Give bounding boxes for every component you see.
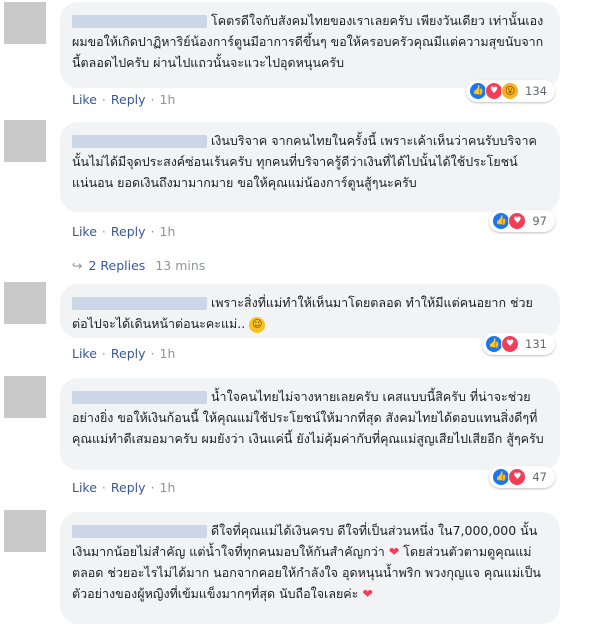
replies-label[interactable]: 2 Replies xyxy=(88,258,145,273)
avatar[interactable] xyxy=(4,282,46,324)
comment-time[interactable]: 1h xyxy=(160,346,176,361)
reply-button[interactable]: Reply xyxy=(111,346,146,361)
comment-bubble: โคตรดีใจกับสังคมไทยของเราเลยครับ เพียงวั… xyxy=(60,2,560,88)
love-reaction-icon: ♥ xyxy=(508,212,527,230)
separator: · xyxy=(101,224,106,239)
comment-bubble: น้ำใจคนไทยไม่จางหายเลยครับ เคสแบบนี้สิคร… xyxy=(60,378,560,470)
reaction-summary[interactable]: 👍 ♥ 😮 134 xyxy=(466,80,555,102)
reaction-summary[interactable]: 👍 ♥ 97 xyxy=(489,210,555,232)
comment-actions: Like · Reply · 1h xyxy=(72,224,175,239)
avatar[interactable] xyxy=(4,376,46,418)
comment-bubble: ดีใจที่คุณแม่ได้เงินครบ ดีใจที่เป็นส่วนห… xyxy=(60,512,560,624)
wow-reaction-icon: 😮 xyxy=(501,82,520,100)
commenter-name[interactable] xyxy=(72,391,207,404)
reaction-count: 97 xyxy=(532,214,547,228)
commenter-name[interactable] xyxy=(72,297,207,310)
comment-actions: Like · Reply · 1h xyxy=(72,346,175,361)
separator: · xyxy=(150,346,155,361)
comment-actions: Like · Reply · 1h xyxy=(72,92,175,107)
love-reaction-icon: ♥ xyxy=(508,468,527,486)
heart-emoji-icon: ❤ xyxy=(362,586,373,601)
commenter-name[interactable] xyxy=(72,15,207,28)
reaction-count: 47 xyxy=(532,470,547,484)
comment-time[interactable]: 1h xyxy=(160,480,176,495)
separator: · xyxy=(101,480,106,495)
reply-button[interactable]: Reply xyxy=(111,92,146,107)
reply-arrow-icon: ↪ xyxy=(72,258,83,273)
commenter-name[interactable] xyxy=(72,135,207,148)
separator: · xyxy=(150,92,155,107)
reaction-summary[interactable]: 👍 ♥ 47 xyxy=(489,466,555,488)
reply-button[interactable]: Reply xyxy=(111,480,146,495)
separator: · xyxy=(150,224,155,239)
comment-bubble: เพราะสิ่งที่แม่ทำให้เห็นมาโดยตลอด ทำให้ม… xyxy=(60,284,560,338)
reply-button[interactable]: Reply xyxy=(111,224,146,239)
avatar[interactable] xyxy=(4,510,46,552)
replies-time: 13 mins xyxy=(155,258,206,273)
like-button[interactable]: Like xyxy=(72,346,97,361)
avatar[interactable] xyxy=(4,120,46,162)
like-button[interactable]: Like xyxy=(72,224,97,239)
love-reaction-icon: ♥ xyxy=(501,335,520,353)
reaction-count: 131 xyxy=(525,337,547,351)
smile-emoji-icon: ☺ xyxy=(249,316,266,333)
view-replies-link[interactable]: ↪ 2 Replies 13 mins xyxy=(72,258,205,273)
reaction-summary[interactable]: 👍 ♥ 131 xyxy=(482,333,555,355)
avatar[interactable] xyxy=(4,2,46,44)
heart-emoji-icon: ❤ xyxy=(388,544,400,559)
separator: · xyxy=(150,480,155,495)
comment-bubble: เงินบริจาค จากคนไทยในครั้งนี้ เพราะเค้าเ… xyxy=(60,122,560,212)
comment-time[interactable]: 1h xyxy=(160,224,176,239)
reaction-count: 134 xyxy=(525,84,547,98)
separator: · xyxy=(101,346,106,361)
comment-time[interactable]: 1h xyxy=(160,92,176,107)
like-button[interactable]: Like xyxy=(72,480,97,495)
like-button[interactable]: Like xyxy=(72,92,97,107)
commenter-name[interactable] xyxy=(72,525,207,538)
comment-actions: Like · Reply · 1h xyxy=(72,480,175,495)
separator: · xyxy=(101,92,106,107)
